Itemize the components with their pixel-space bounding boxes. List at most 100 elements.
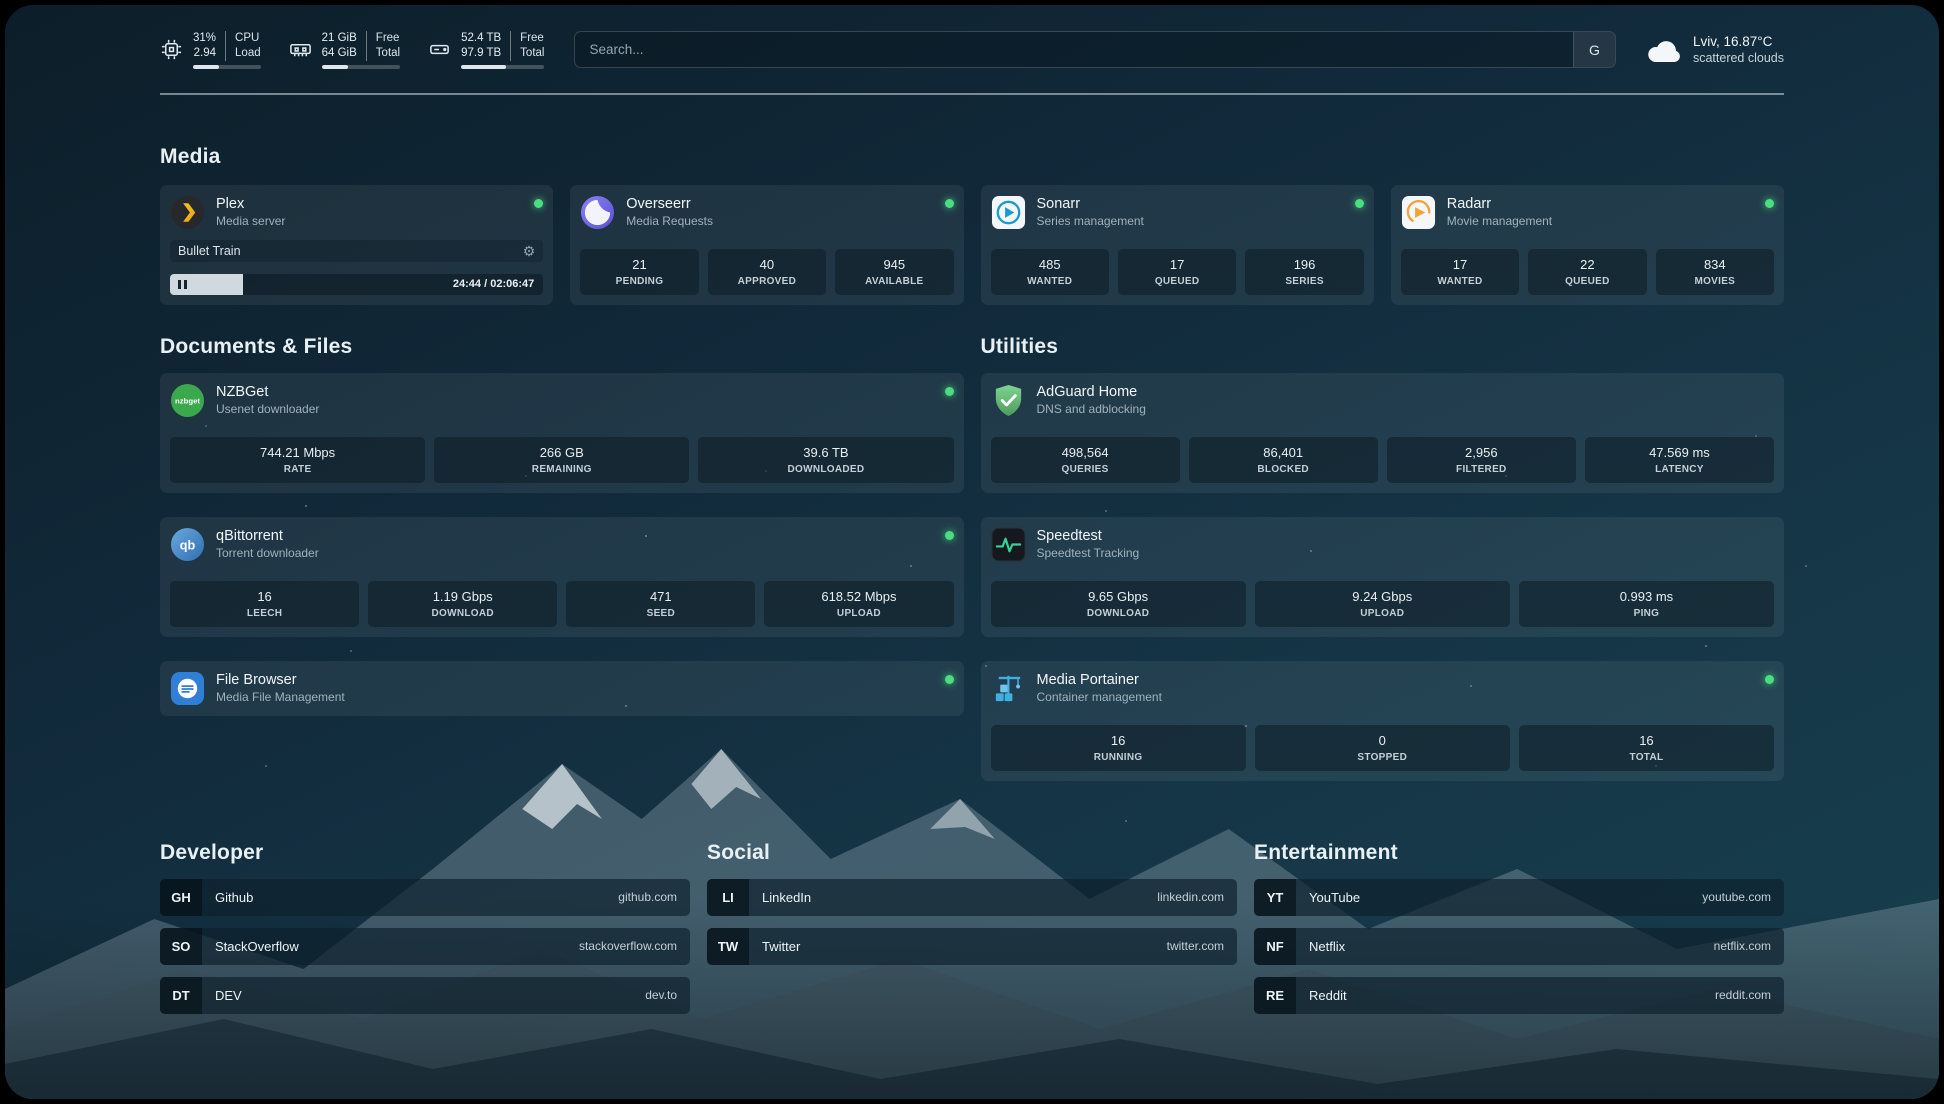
stat-download: 1.19 Gbps DOWNLOAD: [368, 581, 557, 627]
service-description: Movie management: [1447, 214, 1552, 228]
bookmark-abbr: GH: [160, 879, 202, 916]
bookmark-abbr: DT: [160, 977, 202, 1014]
status-dot-online: [945, 199, 954, 208]
disk-progress-bar: [461, 65, 544, 69]
service-name: Radarr: [1447, 196, 1552, 212]
stat-ping: 0.993 ms PING: [1519, 581, 1774, 627]
section-documents-files: Documents & Files nzbget NZBGet: [160, 335, 964, 781]
bookmark-abbr: RE: [1254, 977, 1296, 1014]
service-description: Torrent downloader: [216, 546, 319, 560]
status-dot-online: [534, 199, 543, 208]
service-card-sonarr[interactable]: Sonarr Series management 485 WANTED 17 Q…: [981, 185, 1374, 305]
stat-blocked: 86,401 BLOCKED: [1189, 437, 1378, 483]
disk-labels: Free Total: [510, 31, 544, 61]
service-description: Usenet downloader: [216, 402, 319, 416]
stat-rate: 744.21 Mbps RATE: [170, 437, 425, 483]
search-input[interactable]: [575, 32, 1573, 67]
stat-total: 16 TOTAL: [1519, 725, 1774, 771]
stat-queued: 22 QUEUED: [1528, 249, 1646, 295]
service-card-qbittorrent[interactable]: qb qBittorrent Torrent downloader: [160, 517, 964, 637]
stat-download: 9.65 Gbps DOWNLOAD: [991, 581, 1246, 627]
bookmark-linkedin[interactable]: LI LinkedIn linkedin.com: [707, 879, 1237, 916]
stat-remaining: 266 GB REMAINING: [434, 437, 689, 483]
search-provider-button[interactable]: G: [1573, 32, 1615, 67]
service-description: Speedtest Tracking: [1037, 546, 1140, 560]
bookmark-netflix[interactable]: NF Netflix netflix.com: [1254, 928, 1784, 965]
dashboard-window: 31% 2.94 CPU Load: [5, 5, 1939, 1099]
stat-queued: 17 QUEUED: [1118, 249, 1236, 295]
snow-particles: [5, 5, 7, 7]
bookmark-group-developer: Developer GH Github github.com SO StackO…: [160, 841, 690, 1014]
stat-running: 16 RUNNING: [991, 725, 1246, 771]
bookmark-dev[interactable]: DT DEV dev.to: [160, 977, 690, 1014]
bookmark-url: netflix.com: [1714, 939, 1771, 953]
playback-time: 24:44 / 02:06:47: [453, 278, 534, 290]
bookmark-name: DEV: [215, 988, 242, 1003]
bookmark-youtube[interactable]: YT YouTube youtube.com: [1254, 879, 1784, 916]
service-name: Media Portainer: [1037, 672, 1162, 688]
service-card-speedtest[interactable]: Speedtest Speedtest Tracking 9.65 Gbps D…: [981, 517, 1785, 637]
service-card-adguard[interactable]: AdGuard Home DNS and adblocking 498,564 …: [981, 373, 1785, 493]
status-dot-online: [945, 387, 954, 396]
stat-stopped: 0 STOPPED: [1255, 725, 1510, 771]
service-card-overseerr[interactable]: Overseerr Media Requests 21 PENDING 40 A…: [570, 185, 963, 305]
bookmark-twitter[interactable]: TW Twitter twitter.com: [707, 928, 1237, 965]
bookmark-url: twitter.com: [1167, 939, 1224, 953]
bookmark-group-title: Entertainment: [1254, 841, 1784, 865]
service-description: DNS and adblocking: [1037, 402, 1146, 416]
bookmark-name: LinkedIn: [762, 890, 811, 905]
cpu-labels: CPU Load: [225, 31, 261, 61]
stat-available: 945 AVAILABLE: [835, 249, 953, 295]
service-name: Plex: [216, 196, 285, 212]
service-card-nzbget[interactable]: nzbget NZBGet Usenet downloader 74: [160, 373, 964, 493]
bookmark-url: reddit.com: [1715, 988, 1771, 1002]
service-description: Series management: [1037, 214, 1144, 228]
disk-icon: [428, 38, 451, 61]
cpu-icon: [160, 38, 183, 61]
service-name: File Browser: [216, 672, 345, 688]
bookmark-abbr: SO: [160, 928, 202, 965]
service-card-radarr[interactable]: Radarr Movie management 17 WANTED 22 QUE…: [1391, 185, 1784, 305]
service-name: NZBGet: [216, 384, 319, 400]
svg-text:nzbget: nzbget: [175, 396, 200, 405]
plex-playback-progress: 24:44 / 02:06:47: [170, 274, 543, 295]
service-name: qBittorrent: [216, 528, 319, 544]
status-dot-online: [1355, 199, 1364, 208]
gear-icon[interactable]: ⚙: [523, 244, 536, 258]
bookmark-url: linkedin.com: [1157, 890, 1224, 904]
service-card-filebrowser[interactable]: File Browser Media File Management: [160, 661, 964, 716]
plex-now-playing: Bullet Train ⚙: [170, 240, 543, 262]
filebrowser-icon: [170, 671, 205, 706]
stat-filtered: 2,956 FILTERED: [1387, 437, 1576, 483]
section-media: Media Plex: [160, 145, 1784, 305]
bookmark-reddit[interactable]: RE Reddit reddit.com: [1254, 977, 1784, 1014]
stat-series: 196 SERIES: [1245, 249, 1363, 295]
radarr-icon: [1401, 195, 1436, 230]
stat-upload: 9.24 Gbps UPLOAD: [1255, 581, 1510, 627]
topbar: 31% 2.94 CPU Load: [160, 31, 1784, 69]
section-title-utilities: Utilities: [981, 335, 1785, 359]
section-utilities: Utilities: [981, 335, 1785, 781]
bookmark-stackoverflow[interactable]: SO StackOverflow stackoverflow.com: [160, 928, 690, 965]
weather-widget: Lviv, 16.87°C scattered clouds: [1646, 34, 1784, 65]
service-card-plex[interactable]: Plex Media server Bullet Train ⚙ 24:44 /…: [160, 185, 553, 305]
memory-progress-bar: [322, 65, 400, 69]
plex-icon: [170, 195, 205, 230]
svg-text:qb: qb: [180, 538, 196, 552]
bookmark-abbr: LI: [707, 879, 749, 916]
resource-monitor-memory: 21 GiB 64 GiB Free Total: [289, 31, 400, 69]
bookmark-github[interactable]: GH Github github.com: [160, 879, 690, 916]
overseerr-icon: [580, 195, 615, 230]
service-description: Media server: [216, 214, 285, 228]
adguard-shield-icon: [991, 383, 1026, 418]
service-name: AdGuard Home: [1037, 384, 1146, 400]
now-playing-title: Bullet Train: [178, 244, 241, 258]
stat-movies: 834 MOVIES: [1656, 249, 1774, 295]
nzbget-icon: nzbget: [170, 383, 205, 418]
topbar-divider: [160, 93, 1784, 95]
stat-pending: 21 PENDING: [580, 249, 698, 295]
service-name: Speedtest: [1037, 528, 1140, 544]
service-card-portainer[interactable]: Media Portainer Container management 16 …: [981, 661, 1785, 781]
search-bar: G: [574, 31, 1616, 68]
stat-seed: 471 SEED: [566, 581, 755, 627]
